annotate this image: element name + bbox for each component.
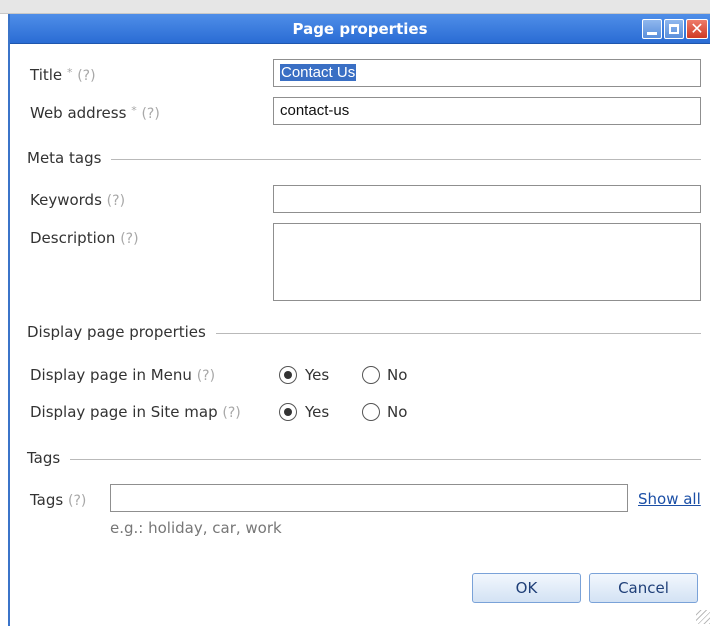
menu-yes-label[interactable]: Yes: [305, 366, 329, 384]
sitemap-display-label-text: Display page in Site map: [30, 403, 218, 421]
title-input[interactable]: Contact Us: [273, 59, 701, 87]
description-help-link[interactable]: (?): [120, 231, 138, 247]
sitemap-display-label: Display page in Site map (?): [30, 403, 241, 421]
web-address-label-text: Web address: [30, 104, 127, 122]
tags-divider: [27, 459, 701, 460]
close-icon: ✕: [690, 19, 704, 38]
title-input-value: Contact Us: [280, 64, 357, 81]
maximize-button[interactable]: [664, 19, 684, 39]
tags-heading: Tags: [27, 449, 71, 467]
tags-hint: e.g.: holiday, car, work: [110, 519, 282, 537]
web-address-label: Web address * (?): [30, 104, 160, 122]
close-button[interactable]: ✕: [686, 19, 708, 39]
title-label: Title * (?): [30, 66, 96, 84]
tags-label: Tags (?): [30, 491, 86, 509]
keywords-label-text: Keywords: [30, 191, 102, 209]
menu-display-label-text: Display page in Menu: [30, 366, 192, 384]
title-label-text: Title: [30, 66, 63, 84]
minimize-button[interactable]: [642, 19, 662, 39]
tags-section-header: Tags: [27, 449, 701, 469]
display-heading: Display page properties: [27, 323, 216, 341]
menu-no-radio[interactable]: [362, 366, 380, 384]
sitemap-no-label[interactable]: No: [387, 403, 407, 421]
sitemap-display-help-link[interactable]: (?): [222, 405, 240, 421]
web-address-required-mark: *: [131, 104, 137, 117]
title-required-mark: *: [66, 66, 73, 79]
tags-input[interactable]: [110, 484, 628, 512]
menu-yes-radio[interactable]: [279, 366, 297, 384]
sitemap-no-radio[interactable]: [362, 403, 380, 421]
show-all-link[interactable]: Show all: [638, 490, 701, 508]
tags-help-link[interactable]: (?): [68, 493, 86, 509]
dialog-title: Page properties: [292, 20, 428, 38]
description-textarea[interactable]: [273, 223, 701, 301]
sitemap-yes-label[interactable]: Yes: [305, 403, 329, 421]
keywords-label: Keywords (?): [30, 191, 125, 209]
title-help-link[interactable]: (?): [77, 68, 95, 84]
web-address-input-value: contact-us: [280, 102, 350, 119]
ok-button[interactable]: OK: [472, 573, 581, 603]
minimize-icon: [647, 32, 657, 35]
description-label-text: Description: [30, 229, 116, 247]
menu-display-help-link[interactable]: (?): [197, 368, 215, 384]
keywords-input[interactable]: [273, 185, 701, 213]
tags-label-text: Tags: [30, 491, 64, 509]
page-properties-dialog: Page properties ✕ Title * (?) Contact Us…: [8, 14, 710, 626]
display-section-header: Display page properties: [27, 323, 701, 343]
description-label: Description (?): [30, 229, 139, 247]
maximize-icon: [669, 24, 679, 34]
cancel-button[interactable]: Cancel: [589, 573, 698, 603]
menu-no-label[interactable]: No: [387, 366, 407, 384]
sitemap-yes-radio[interactable]: [279, 403, 297, 421]
background-window-strip: [0, 0, 710, 14]
web-address-help-link[interactable]: (?): [141, 106, 159, 122]
web-address-input[interactable]: contact-us: [273, 97, 701, 125]
meta-tags-heading: Meta tags: [27, 149, 112, 167]
titlebar[interactable]: Page properties ✕: [10, 14, 710, 44]
resize-grip-icon[interactable]: [696, 610, 710, 624]
menu-display-label: Display page in Menu (?): [30, 366, 215, 384]
keywords-help-link[interactable]: (?): [107, 193, 125, 209]
meta-tags-divider: [27, 159, 701, 160]
meta-tags-section-header: Meta tags: [27, 149, 701, 169]
